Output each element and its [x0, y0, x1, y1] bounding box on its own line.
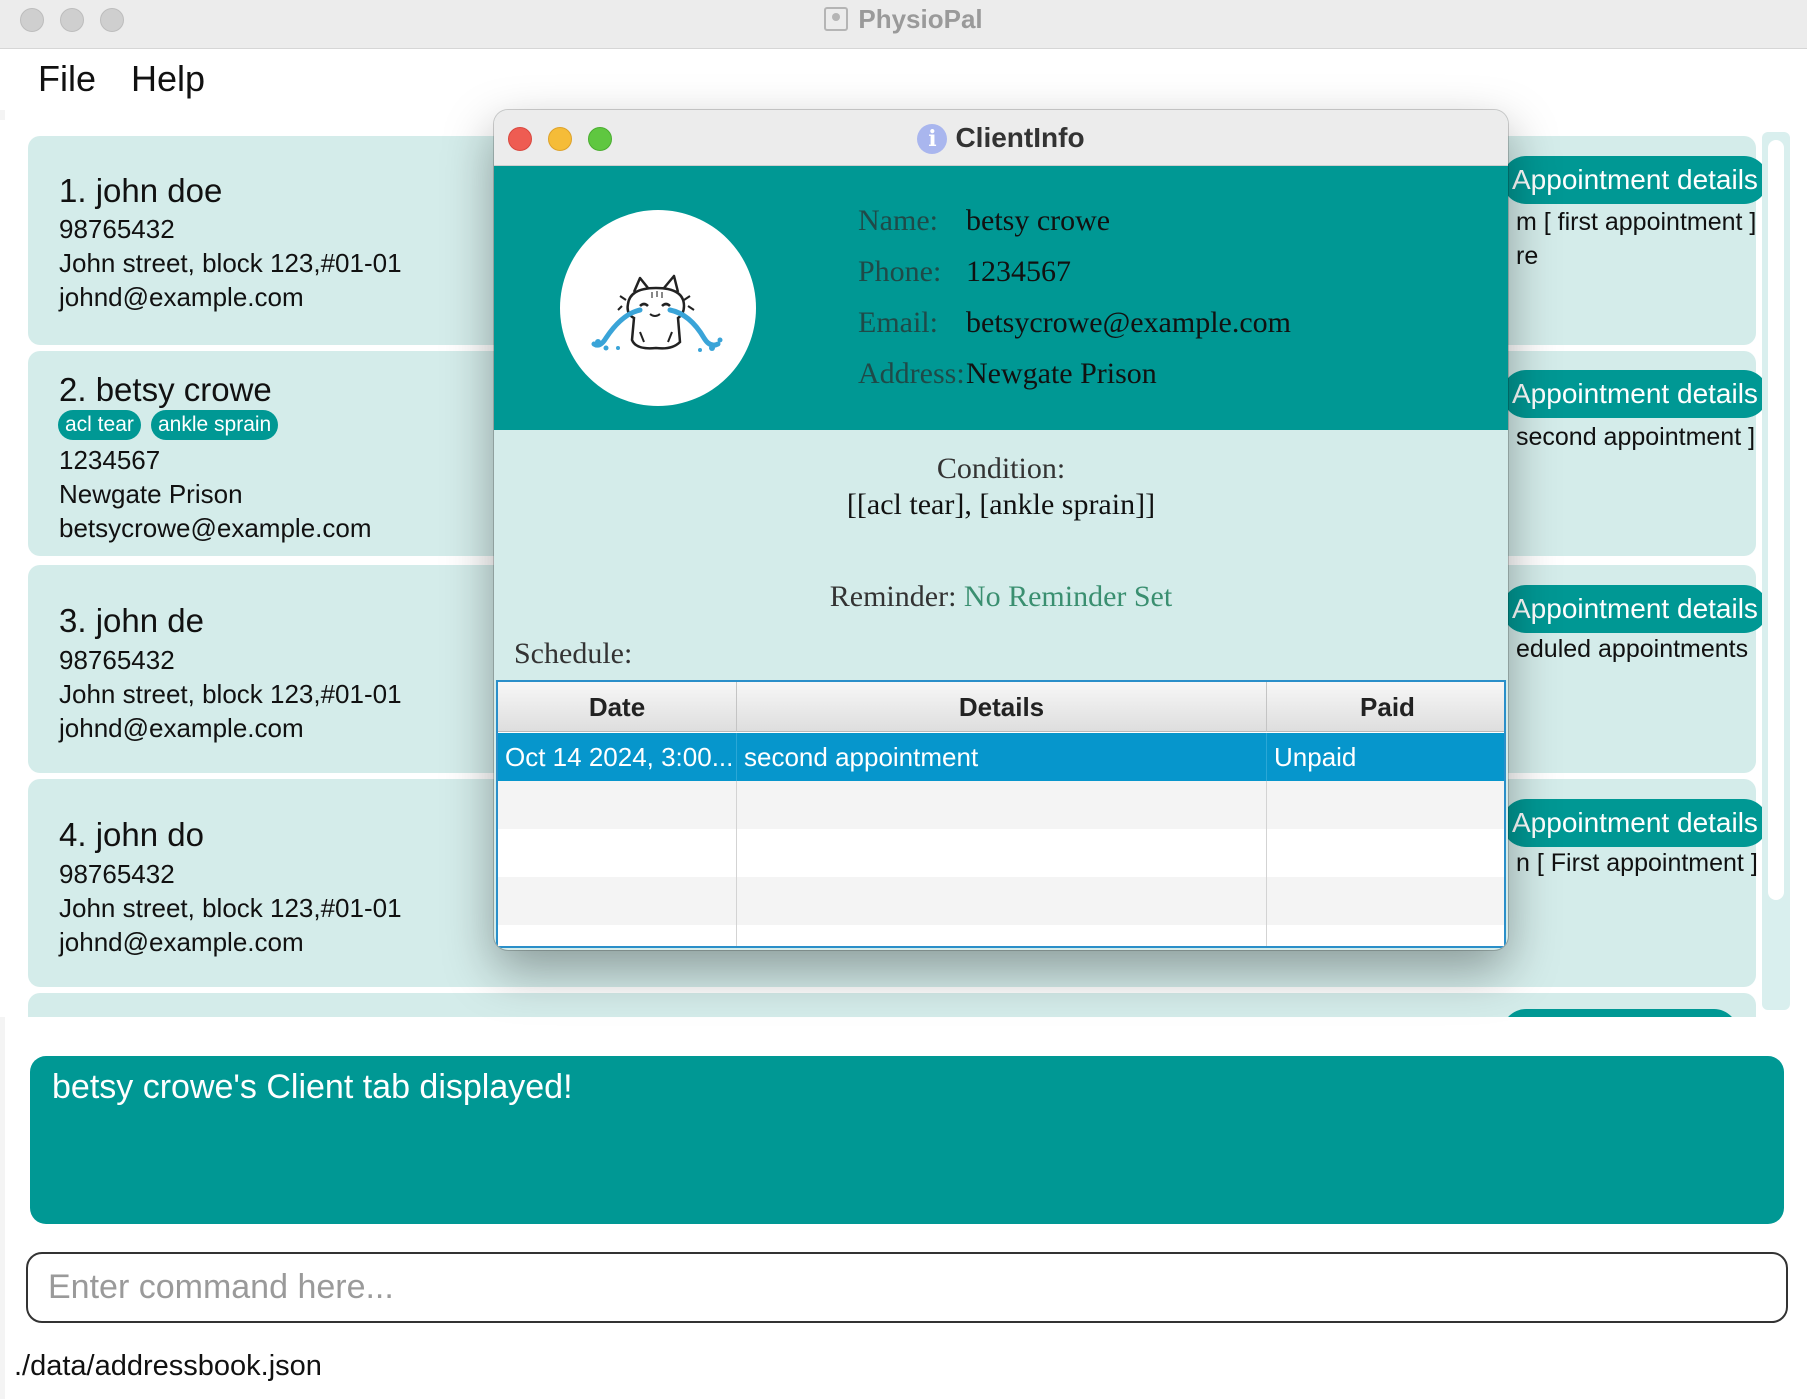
main-title-bar: PhysioPal [0, 0, 1807, 49]
client-name: betsy crowe [966, 204, 1111, 237]
reminder-row: Reminder: No Reminder Set [494, 580, 1508, 614]
person-phone: 98765432 [59, 214, 175, 244]
appointment-summary-extra: re [1516, 242, 1539, 270]
empty-cell [737, 829, 1267, 877]
person-phone: 1234567 [59, 445, 161, 475]
table-header: Date Details Paid [498, 682, 1504, 732]
empty-cell [498, 829, 737, 877]
scrollbar-thumb[interactable] [1768, 140, 1784, 900]
empty-cell [737, 925, 1267, 946]
result-display: betsy crowe's Client tab displayed! [30, 1056, 1784, 1224]
client-phone: 1234567 [966, 255, 1071, 288]
person-email: johnd@example.com [59, 282, 304, 312]
person-name: 3. john de [59, 602, 204, 639]
client-email: betsycrowe@example.com [966, 306, 1292, 339]
table-row[interactable]: Oct 14 2024, 3:00... second appointment … [498, 733, 1504, 781]
address-label: Address: [858, 357, 965, 390]
client-info-window: i ClientInfo Name: betsy crowe Phone: 12… [494, 110, 1508, 950]
table-row-empty [498, 829, 1504, 877]
row-paid: Unpaid [1274, 742, 1357, 772]
empty-cell [498, 925, 737, 946]
info-icon: i [917, 124, 948, 154]
client-avatar [560, 210, 756, 406]
condition-value: [[acl tear], [ankle sprain]] [846, 488, 1156, 521]
table-row-empty [498, 925, 1504, 946]
person-address: John street, block 123,#01-01 [59, 893, 402, 923]
person-email: betsycrowe@example.com [59, 513, 372, 543]
tag-ankle-sprain: ankle sprain [151, 410, 279, 440]
person-address: John street, block 123,#01-01 [59, 248, 402, 278]
column-header-paid[interactable]: Paid [1267, 682, 1504, 732]
person-email: johnd@example.com [59, 713, 304, 743]
appointment-details-button[interactable]: Appointment details [1502, 156, 1768, 204]
schedule-table[interactable]: Date Details Paid Oct 14 2024, 3:00... s… [496, 680, 1506, 948]
client-address: Newgate Prison [966, 357, 1157, 390]
person-list-scrollbar[interactable] [1762, 132, 1790, 1010]
app-icon [824, 7, 849, 31]
condition-label: Condition: [936, 452, 1066, 485]
person-address: John street, block 123,#01-01 [59, 679, 402, 709]
empty-cell [737, 781, 1267, 829]
row-details: second appointment [737, 733, 1267, 781]
menu-help[interactable]: Help [131, 58, 205, 100]
appointment-details-button[interactable]: Appointment details [1502, 585, 1768, 633]
client-info-title-bar: i ClientInfo [494, 110, 1508, 166]
column-header-details[interactable]: Details [737, 682, 1267, 732]
name-label: Name: [858, 204, 938, 237]
appointment-summary: eduled appointments [1516, 635, 1749, 663]
person-phone: 98765432 [59, 859, 175, 889]
table-row-empty [498, 877, 1504, 925]
person-name: 4. john do [59, 816, 204, 853]
appointment-summary: m [ first appointment ] [1516, 208, 1757, 236]
empty-cell [498, 877, 737, 925]
menu-file[interactable]: File [38, 58, 96, 100]
appointment-details-button[interactable]: Appointment details [1502, 799, 1768, 847]
schedule-label: Schedule: [514, 637, 633, 670]
command-input[interactable] [28, 1254, 1786, 1321]
person-phone: 98765432 [59, 645, 175, 675]
reminder-label: Reminder: [829, 580, 957, 613]
tag-acl-tear: acl tear [58, 410, 141, 440]
status-bar-file-path: ./data/addressbook.json [14, 1350, 322, 1382]
result-message: betsy crowe's Client tab displayed! [52, 1068, 573, 1106]
empty-cell [498, 781, 737, 829]
appointment-details-button[interactable]: Appointment details [1502, 370, 1768, 418]
client-info-header: Name: betsy crowe Phone: 1234567 Email: … [494, 166, 1508, 430]
empty-cell [737, 877, 1267, 925]
client-info-title: i ClientInfo [494, 122, 1508, 154]
phone-label: Phone: [858, 255, 942, 288]
person-email: johnd@example.com [59, 927, 304, 957]
reminder-value: No Reminder Set [963, 580, 1173, 613]
appointment-summary: n [ First appointment ] [1516, 849, 1758, 877]
column-header-date[interactable]: Date [498, 682, 737, 732]
person-name: 2. betsy crowe [59, 371, 272, 408]
email-label: Email: [858, 306, 938, 339]
person-address: Newgate Prison [59, 479, 243, 509]
appointment-details-button[interactable] [1502, 1009, 1738, 1017]
command-box[interactable] [26, 1252, 1788, 1323]
appointment-summary: second appointment ] [1516, 423, 1756, 451]
row-date: Oct 14 2024, 3:00... [498, 733, 737, 781]
table-row-empty [498, 781, 1504, 829]
person-name: 1. john doe [59, 172, 223, 209]
window-title: PhysioPal [0, 4, 1807, 35]
person-card-5[interactable] [28, 993, 1756, 1017]
crying-cat-icon [591, 274, 723, 352]
menu-bar: File Help [0, 50, 1807, 110]
